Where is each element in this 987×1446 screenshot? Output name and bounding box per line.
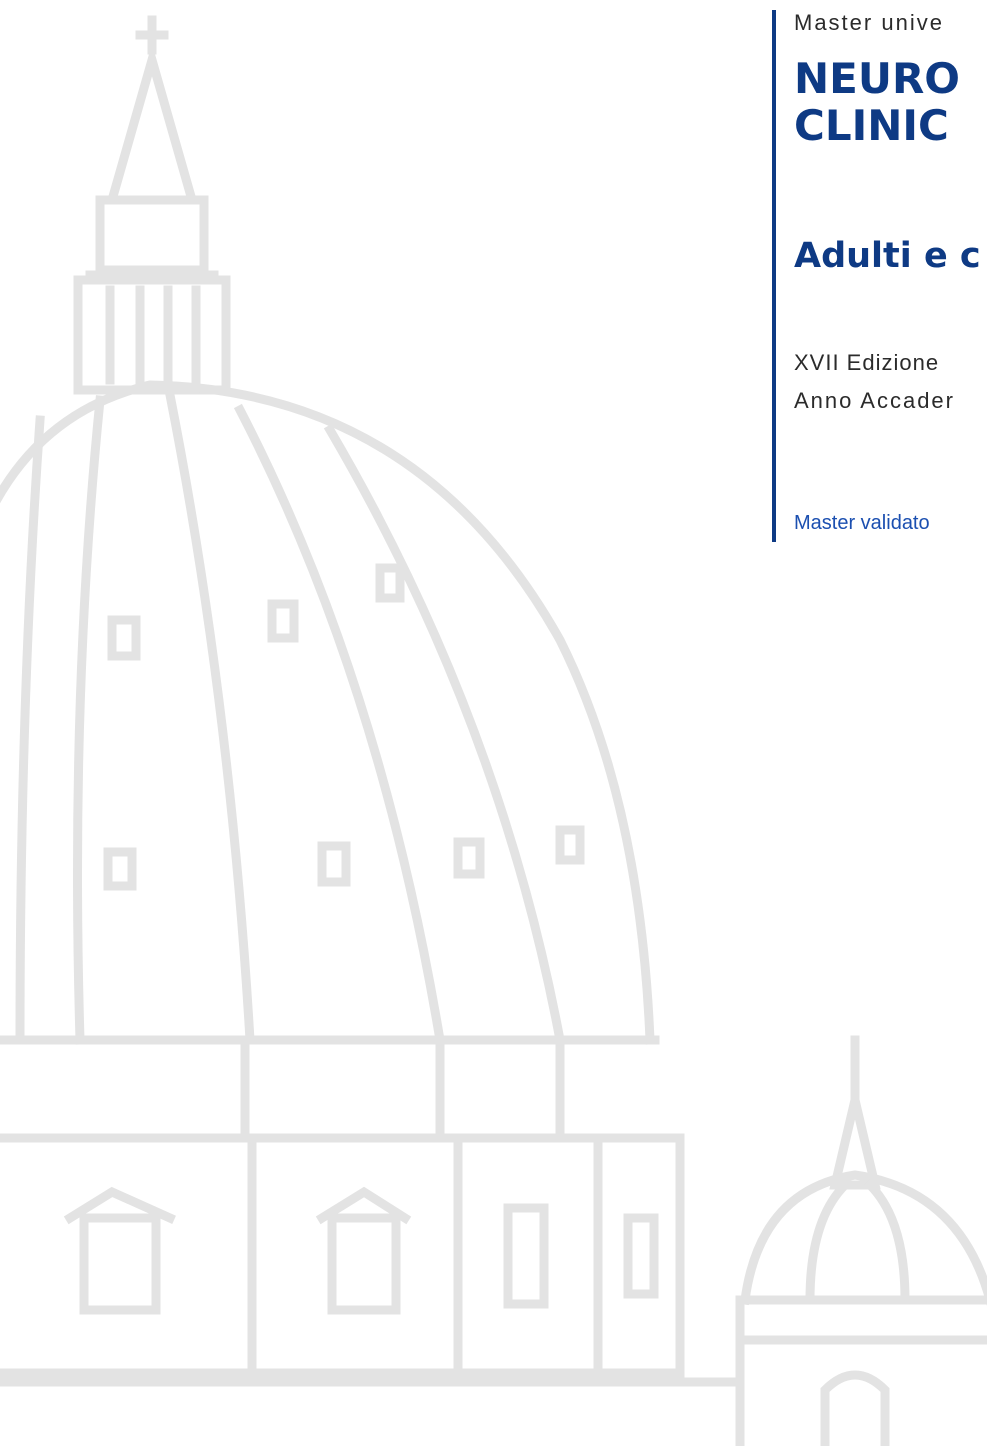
main-title-line-1: NEURO bbox=[794, 54, 960, 103]
academic-year: Anno Accader bbox=[794, 388, 955, 413]
edition-label: XVII Edizione bbox=[794, 350, 940, 375]
program-type: Master unive bbox=[794, 10, 944, 35]
subtitle: Adulti e c bbox=[794, 236, 981, 276]
main-title: NEURO CLINIC bbox=[794, 55, 960, 149]
title-block: Master unive NEURO CLINIC Adulti e c XVI… bbox=[772, 10, 987, 542]
main-title-line-2: CLINIC bbox=[794, 101, 949, 150]
brochure-page: Master unive NEURO CLINIC Adulti e c XVI… bbox=[0, 0, 987, 1446]
validation-note: Master validato bbox=[794, 512, 930, 534]
